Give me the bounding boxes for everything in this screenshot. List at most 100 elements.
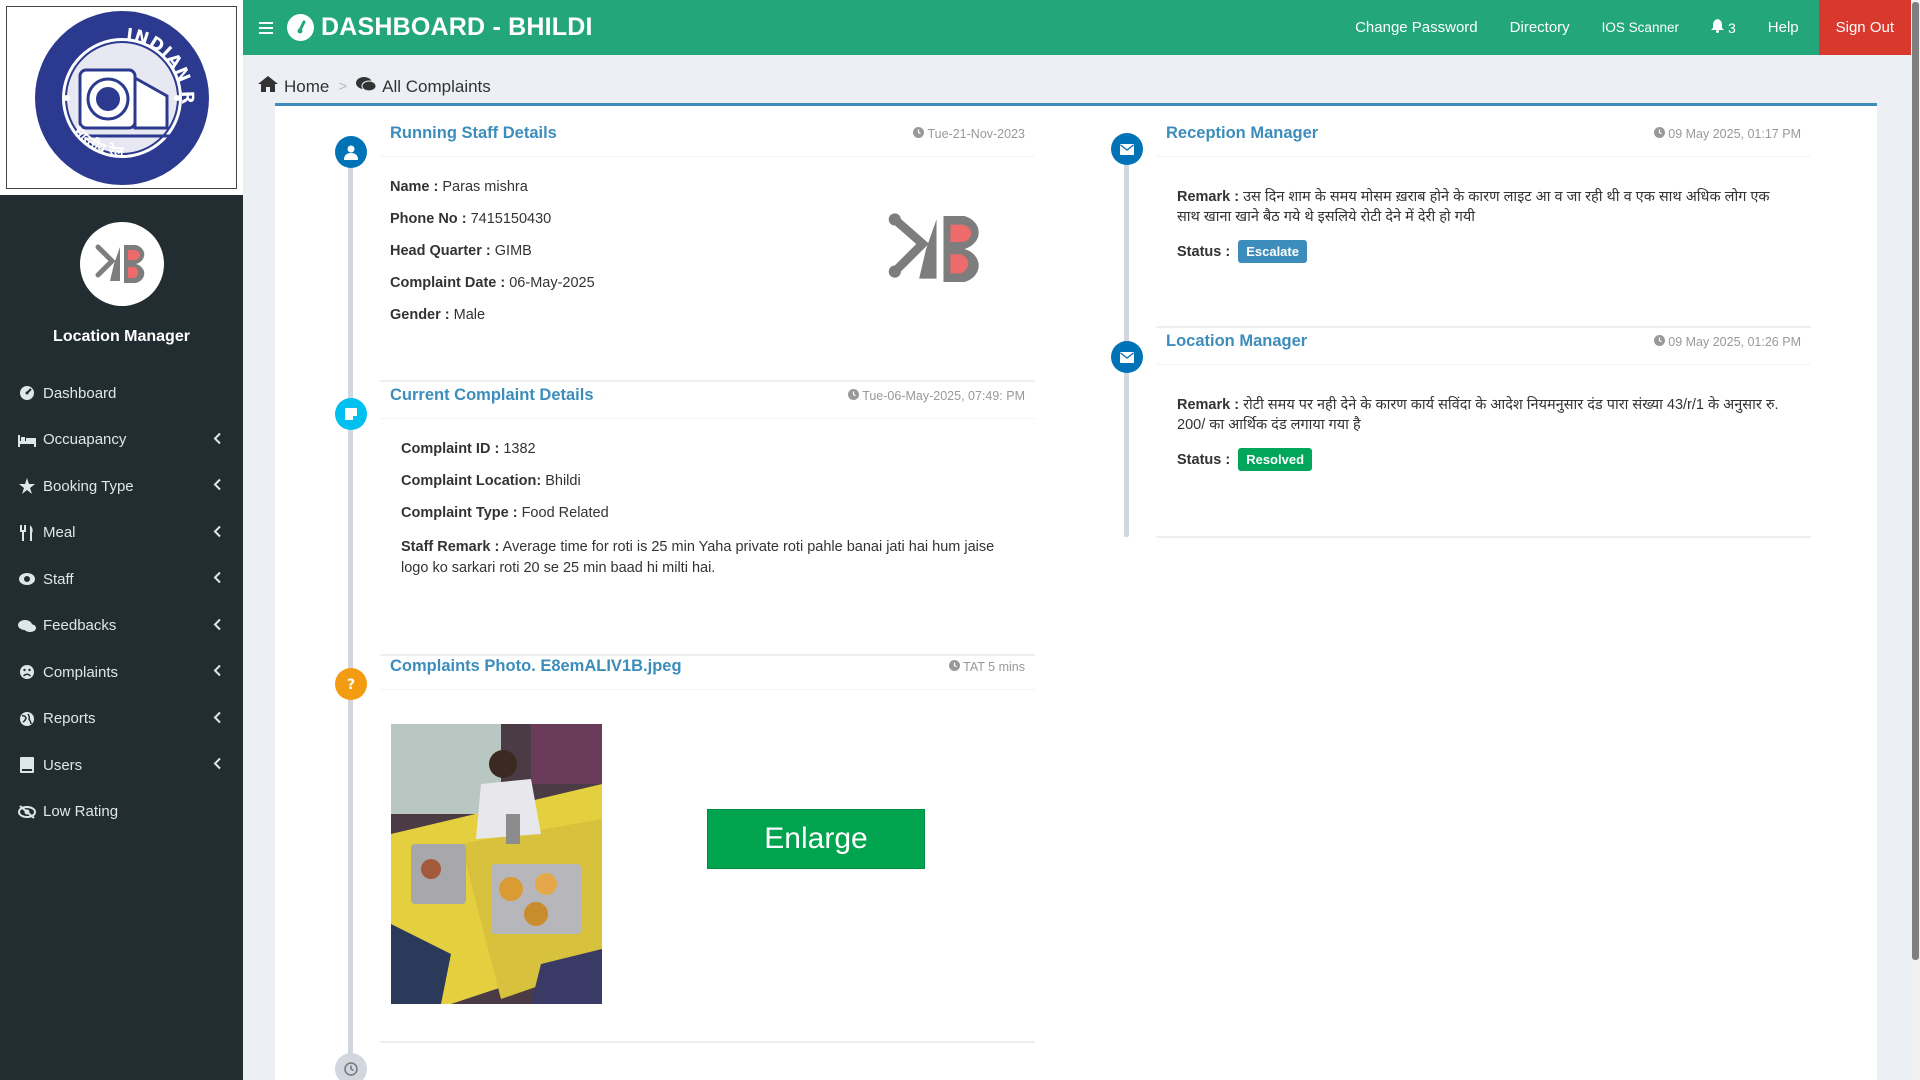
staff-gender-field: Gender : Male [390,307,486,323]
complaint-details-header: Current Complaint Details Tue-06-May-202… [380,368,1035,419]
clock-icon [1654,127,1668,141]
sidebar-item-low-rating[interactable]: Low Rating [0,789,243,836]
user-role-label: Location Manager [53,328,190,345]
reception-manager-body: Remark : उस दिन शाम के समय मोसम ख़राब हो… [1156,157,1811,287]
sidebar-item-feedbacks[interactable]: Feedbacks [0,603,243,650]
top-nav-links: Change Password Directory IOS Scanner 3 … [1339,0,1911,55]
staff-details-title[interactable]: Running Staff Details [390,124,557,143]
dashboard-title-text: DASHBOARD - BHILDI [321,13,593,41]
breadcrumb: Home > All Complaints [258,76,491,97]
chevron-left-icon [213,664,221,681]
sidebar-item-label: Dashboard [43,384,117,402]
sidebar-item-label: Occuapancy [43,431,127,449]
clock-icon [913,127,927,141]
chevron-left-icon [213,478,221,495]
staff-details-time: Tue-21-Nov-2023 [913,127,1025,141]
location-manager-time: 09 May 2025, 01:26 PM [1654,335,1801,349]
complaint-photo-item: Complaints Photo. E8emALIV1B.jpeg TAT 5 … [380,639,1035,1044]
complaint-details-title[interactable]: Current Complaint Details [390,386,594,405]
home-icon [258,76,284,97]
reception-status-field: Status : Escalate [1177,240,1781,263]
user-panel: Location Manager [0,195,243,370]
item-divider [380,1041,1035,1043]
frown-icon [18,664,36,680]
sticky-note-icon [335,398,367,430]
book-icon [18,757,36,774]
complaint-details-item: Current Complaint Details Tue-06-May-202… [380,368,1035,658]
breadcrumb-current: All Complaints [356,76,491,97]
help-link[interactable]: Help [1752,0,1815,55]
notifications-button[interactable]: 3 [1695,0,1752,55]
notification-count: 3 [1727,19,1736,36]
svg-text:?: ? [347,677,355,692]
breadcrumb-current-label: All Complaints [382,76,491,96]
question-icon: ? [335,668,367,700]
sidebar-item-label: Low Rating [43,803,119,821]
location-manager-item: Location Manager 09 May 2025, 01:26 PM R… [1156,314,1811,539]
sidebar-item-occupancy[interactable]: Occuapancy [0,417,243,464]
scrollbar-thumb[interactable] [1912,2,1919,960]
sidebar: Location Manager Dashboard Occuapancy Bo… [0,195,243,1080]
chevron-left-icon [213,571,221,588]
sidebar-item-reports[interactable]: Reports [0,696,243,743]
directory-link[interactable]: Directory [1494,0,1586,55]
complaint-photo-title[interactable]: Complaints Photo. E8emALIV1B.jpeg [390,657,682,676]
staff-details-item: Running Staff Details Tue-21-Nov-2023 Na… [380,106,1035,383]
left-timeline-line [348,150,353,1065]
sidebar-item-users[interactable]: Users [0,742,243,789]
comments-icon [18,618,36,634]
eye-slash-icon [18,804,36,820]
sidebar-item-label: Users [43,756,83,774]
breadcrumb-home[interactable]: Home [258,76,329,97]
complaint-detail-panel: Running Staff Details Tue-21-Nov-2023 Na… [275,103,1877,1080]
complaint-details-time: Tue-06-May-2025, 07:49: PM [848,389,1025,403]
complaint-details-body: Complaint ID : 1382 Complaint Location: … [380,419,1035,603]
sidebar-item-label: Meal [43,524,76,542]
breadcrumb-home-label: Home [284,76,330,96]
envelope-icon [1111,133,1143,165]
sidebar-item-label: Reports [43,710,96,728]
sidebar-item-dashboard[interactable]: Dashboard [0,370,243,417]
location-manager-title[interactable]: Location Manager [1166,332,1307,351]
reception-manager-item: Reception Manager 09 May 2025, 01:17 PM … [1156,106,1811,329]
chevron-left-icon [213,757,221,774]
eye-icon [18,571,36,587]
reception-manager-header: Reception Manager 09 May 2025, 01:17 PM [1156,106,1811,157]
clock-icon [949,660,963,674]
page-scrollbar[interactable] [1911,0,1920,1080]
logo-container: INDIAN RAILWAYS भारतीय रेल [0,0,243,195]
menu-toggle-icon[interactable] [245,21,287,34]
chevron-left-icon [213,431,221,448]
enlarge-button[interactable]: Enlarge [707,809,925,869]
complaint-type-field: Complaint Type : Food Related [401,505,609,521]
brand-logo-icon [880,209,1000,293]
sidebar-menu: Dashboard Occuapancy Booking Type Meal S… [0,370,243,835]
dashboard-icon [18,385,36,401]
chevron-left-icon [213,524,221,541]
top-navbar: DASHBOARD - BHILDI Change Password Direc… [243,0,1911,55]
star-icon [18,478,36,495]
sidebar-item-label: Complaints [43,663,119,681]
reception-manager-title[interactable]: Reception Manager [1166,124,1318,143]
reception-manager-time: 09 May 2025, 01:17 PM [1654,127,1801,141]
ios-scanner-link[interactable]: IOS Scanner [1586,0,1695,55]
complaint-photo-thumbnail[interactable] [391,724,602,1004]
sidebar-item-booking-type[interactable]: Booking Type [0,463,243,510]
chevron-left-icon [213,710,221,727]
dashboard-title[interactable]: DASHBOARD - BHILDI [287,13,593,42]
staff-name-field: Name : Paras mishra [390,179,528,195]
location-manager-header: Location Manager 09 May 2025, 01:26 PM [1156,314,1811,365]
staff-details-header: Running Staff Details Tue-21-Nov-2023 [380,106,1035,157]
sidebar-item-label: Feedbacks [43,617,117,635]
change-password-link[interactable]: Change Password [1339,0,1494,55]
reception-remark-field: Remark : उस दिन शाम के समय मोसम ख़राब हो… [1177,189,1770,225]
sidebar-item-staff[interactable]: Staff [0,556,243,603]
sidebar-item-complaints[interactable]: Complaints [0,649,243,696]
status-badge-resolved: Resolved [1238,448,1313,471]
sign-out-button[interactable]: Sign Out [1818,0,1911,55]
sidebar-item-label: Staff [43,570,74,588]
bed-icon [18,432,36,448]
sidebar-item-meal[interactable]: Meal [0,510,243,557]
user-avatar [79,222,164,306]
complaint-location-field: Complaint Location: Bhildi [401,473,581,489]
